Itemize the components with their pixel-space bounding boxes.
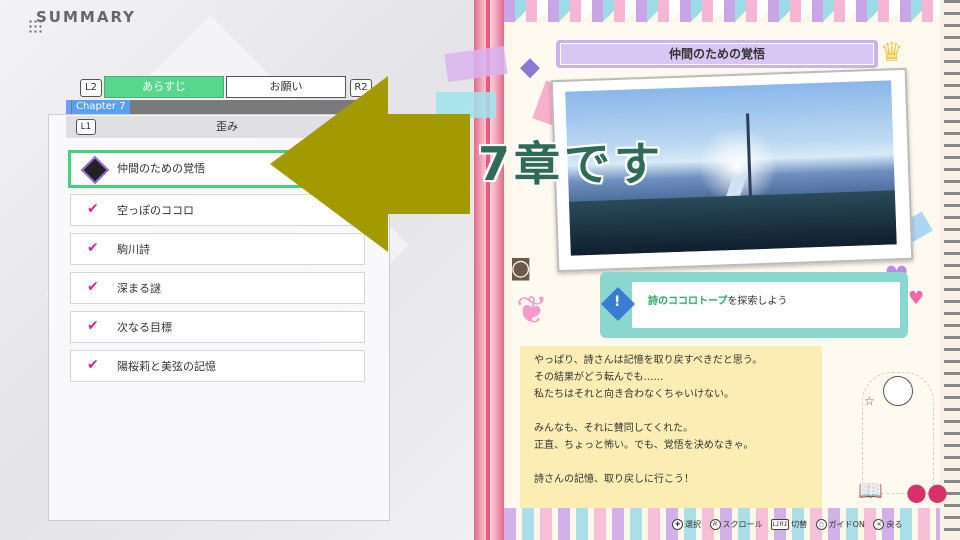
- list-item-label: 陽桜莉と美弦の記憶: [117, 360, 216, 373]
- guide-label: スクロール: [722, 520, 763, 529]
- guide-switch: L1R1 切替: [771, 519, 807, 530]
- guide-toggle[interactable]: ○ ガイドON: [815, 519, 865, 530]
- list-item-label: 仲間のための覚悟: [117, 162, 205, 175]
- diamond-pattern-top: [504, 0, 944, 22]
- checkmark-icon: ✔: [87, 318, 99, 334]
- checkmark-icon: ✔: [87, 201, 99, 217]
- list-item-label: 次なる目標: [117, 321, 172, 334]
- checkmark-icon: ✔: [87, 279, 99, 295]
- list-item-label: 深まる謎: [117, 282, 161, 295]
- objective-text: 詩のココロトープを探索しよう: [648, 292, 787, 307]
- star-icon: ☆: [864, 394, 875, 408]
- right-stick-icon: R: [709, 519, 721, 530]
- character-sketch-head: [883, 376, 913, 406]
- photo-trees: [569, 190, 897, 256]
- guide-label: 選択: [685, 520, 701, 529]
- binding-stripe: [486, 0, 490, 540]
- book-icon: 📖: [858, 478, 883, 502]
- summary-title-text: SUMMARY: [36, 8, 137, 26]
- game-screen: SUMMARY L2 あらすじ お願い R2 Chapter 7 L1 歪み 仲…: [0, 0, 960, 540]
- checkmark-icon: ✔: [87, 357, 99, 373]
- exclamation-icon: !: [614, 294, 621, 310]
- story-text: やっぱり、詩さんは記憶を取り戻すべきだと思う。 その結果がどう転んでも…… 私た…: [534, 355, 763, 485]
- tab-synopsis[interactable]: あらすじ: [104, 76, 224, 98]
- cross-button-icon: ✕: [873, 519, 885, 530]
- l1-r1-icon: L1R1: [771, 519, 790, 530]
- objective-highlight: 詩のココロトープ: [648, 296, 728, 307]
- diamond-gem-icon: ◆: [520, 52, 540, 82]
- l2-button-hint[interactable]: L2: [80, 79, 102, 97]
- camera-icon: ◙: [510, 256, 532, 281]
- checkmark-icon: ✔: [87, 240, 99, 256]
- objective-rest: を探索しよう: [727, 296, 788, 307]
- list-item[interactable]: ✔ 深まる謎: [70, 272, 365, 304]
- current-episode-icon: [80, 155, 110, 185]
- ribbon-bow-icon: ❦: [516, 288, 548, 332]
- spiral-rings: [944, 0, 960, 540]
- summary-header: SUMMARY: [14, 8, 137, 33]
- guide-back[interactable]: ✕ 戻る: [873, 519, 902, 530]
- menu-grid-icon[interactable]: [28, 19, 42, 33]
- overlay-arrow-head: [270, 76, 388, 252]
- guide-scroll: R スクロール: [709, 519, 763, 530]
- circle-button-icon: ○: [815, 519, 827, 530]
- chapter-label: Chapter 7: [72, 100, 130, 114]
- list-item-label: 空っぽのココロ: [117, 204, 194, 217]
- list-item[interactable]: ✔ 次なる目標: [70, 311, 365, 343]
- guide-label: ガイドON: [828, 520, 865, 529]
- guide-label: 戻る: [886, 520, 903, 529]
- overlay-caption: 7章です: [478, 137, 665, 191]
- crown-icon: ♛: [880, 38, 904, 68]
- episode-title-banner: 仲間のための覚悟: [556, 40, 878, 68]
- dpad-icon: ✚: [672, 519, 683, 530]
- cherry-icon: ●●: [906, 478, 948, 506]
- heart-icon: ♥: [908, 288, 925, 309]
- list-item[interactable]: ✔ 陽桜莉と美弦の記憶: [70, 350, 365, 382]
- guide-label: 切替: [791, 520, 808, 529]
- guide-select: ✚ 選択: [672, 519, 701, 530]
- list-item-label: 駒川詩: [117, 243, 150, 256]
- button-guide: ✚ 選択 R スクロール L1R1 切替 ○ ガイドON ✕ 戻る: [672, 519, 908, 530]
- episode-title: 仲間のための覚悟: [560, 43, 874, 65]
